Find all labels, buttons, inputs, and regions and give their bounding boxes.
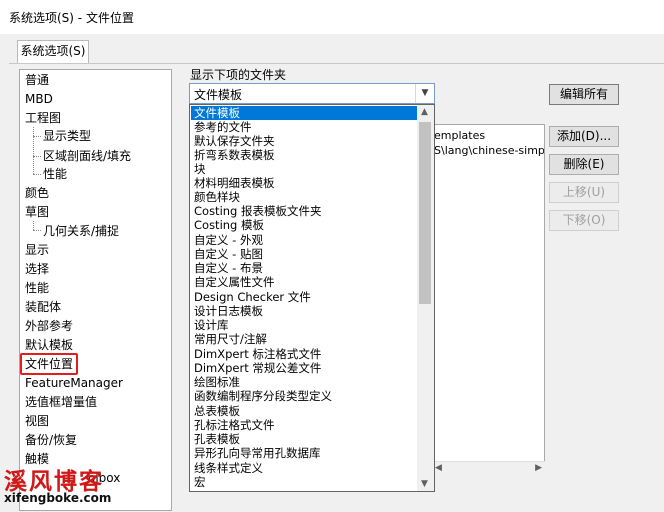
title-bar: 系统选项(S) - 文件位置 <box>0 0 664 34</box>
watermark: 溪风博客 xifengboke.com <box>0 462 135 511</box>
nav-item-display[interactable]: 显示 <box>25 241 49 259</box>
nav-item-assemblies[interactable]: 装配体 <box>25 298 61 316</box>
tree-connector <box>33 221 34 230</box>
selection-highlight-box <box>20 353 78 375</box>
move-up-button[interactable]: 上移(U) <box>549 182 619 203</box>
chevron-down-icon[interactable]: ▼ <box>415 84 434 103</box>
nav-item-external-references[interactable]: 外部参考 <box>25 317 73 335</box>
path-line[interactable]: S\lang\chinese-simplifi <box>434 144 544 157</box>
scroll-up-icon[interactable]: ▲ <box>421 107 428 117</box>
folder-type-combo[interactable]: 文件模板 ▼ <box>189 83 435 104</box>
nav-item-colors[interactable]: 颜色 <box>25 184 49 202</box>
dropdown-option[interactable]: DimXpert 常规公差文件 <box>191 361 417 375</box>
nav-item-general[interactable]: 普通 <box>25 71 49 89</box>
dropdown-option[interactable]: 自定义 - 贴图 <box>191 247 417 261</box>
dropdown-option[interactable]: 默认保存文件夹 <box>191 134 417 148</box>
nav-item-default-templates[interactable]: 默认模板 <box>25 336 73 354</box>
dropdown-option[interactable]: Design Checker 文件 <box>191 290 417 304</box>
window-title: 系统选项(S) - 文件位置 <box>9 11 134 25</box>
nav-item-backup-recover[interactable]: 备份/恢复 <box>25 431 77 449</box>
dropdown-option[interactable]: Costing 报表模板文件夹 <box>191 204 417 218</box>
dropdown-option[interactable]: 自定义 - 布景 <box>191 261 417 275</box>
nav-item-drawings[interactable]: 工程图 <box>25 109 61 127</box>
nav-item-spin-box-increments[interactable]: 选值框增量值 <box>25 393 97 411</box>
tree-connector <box>33 156 41 157</box>
watermark-url: xifengboke.com <box>4 491 112 505</box>
tree-connector <box>33 174 41 175</box>
nav-item-display-style[interactable]: 显示类型 <box>43 127 91 145</box>
dropdown-option[interactable]: Costing 模板 <box>191 218 417 232</box>
nav-item-selection[interactable]: 选择 <box>25 260 49 278</box>
dropdown-option[interactable]: 线条样式定义 <box>191 461 417 475</box>
dropdown-option[interactable]: 孔表模板 <box>191 432 417 446</box>
dropdown-option[interactable]: 参考的文件 <box>191 120 417 134</box>
tree-connector <box>33 230 41 231</box>
dropdown-option[interactable]: 自定义 - 外观 <box>191 233 417 247</box>
dropdown-option[interactable]: 总表模板 <box>191 404 417 418</box>
scroll-left-icon[interactable]: ◀ <box>435 463 442 473</box>
path-line[interactable]: emplates <box>434 129 485 142</box>
delete-button[interactable]: 删除(E) <box>549 154 619 175</box>
tree-connector <box>33 136 41 137</box>
dropdown-option[interactable]: 自定义属性文件 <box>191 275 417 289</box>
nav-item-featuremanager[interactable]: FeatureManager <box>25 374 123 392</box>
scroll-down-icon[interactable]: ▼ <box>421 479 428 489</box>
nav-item-mbd[interactable]: MBD <box>25 90 53 108</box>
scroll-right-icon[interactable]: ▶ <box>535 463 542 473</box>
edit-all-button[interactable]: 编辑所有 <box>549 84 619 105</box>
dropdown-option[interactable]: 设计日志模板 <box>191 304 417 318</box>
nav-item-relations-snaps[interactable]: 几何关系/捕捉 <box>43 222 119 240</box>
dropdown-option[interactable]: 宏 <box>191 475 417 489</box>
options-tree[interactable]: 普通 MBD 工程图 显示类型 区域剖面线/填充 性能 颜色 草图 几何关系/捕… <box>19 69 172 511</box>
tab-strip: 系统选项(S) <box>0 34 664 64</box>
dropdown-option[interactable]: 设计库 <box>191 318 417 332</box>
dropdown-option[interactable]: 折弯系数表模板 <box>191 148 417 162</box>
dropdown-option[interactable]: 块 <box>191 162 417 176</box>
dropdown-option[interactable]: 常用尺寸/注解 <box>191 332 417 346</box>
nav-item-performance[interactable]: 性能 <box>25 279 49 297</box>
nav-item-area-hatch[interactable]: 区域剖面线/填充 <box>43 147 131 165</box>
move-down-button[interactable]: 下移(O) <box>549 210 619 231</box>
dropdown-option[interactable]: 函数编制程序分段类型定义 <box>191 389 417 403</box>
dropdown-option[interactable]: 文件模板 <box>191 106 417 120</box>
nav-item-sketch[interactable]: 草图 <box>25 203 49 221</box>
show-folders-label: 显示下项的文件夹 <box>190 68 287 82</box>
nav-item-drawing-performance[interactable]: 性能 <box>43 165 67 183</box>
dropdown-option[interactable]: 异形孔向导常用孔数据库 <box>191 446 417 460</box>
folder-type-value: 文件模板 <box>194 88 243 102</box>
path-list-horizontal-scrollbar[interactable]: ◀ ▶ <box>432 461 545 477</box>
tab-system-options[interactable]: 系统选项(S) <box>17 40 89 63</box>
nav-item-view[interactable]: 视图 <box>25 412 49 430</box>
scrollbar-thumb[interactable] <box>419 122 431 304</box>
tree-connector <box>33 127 34 174</box>
dropdown-option[interactable]: DimXpert 标注格式文件 <box>191 347 417 361</box>
dropdown-vertical-scrollbar[interactable]: ▲ ▼ <box>417 105 434 491</box>
dropdown-option[interactable]: 孔标注格式文件 <box>191 418 417 432</box>
dropdown-option[interactable]: 材料明细表模板 <box>191 176 417 190</box>
add-button[interactable]: 添加(D)... <box>549 126 619 147</box>
dropdown-option[interactable]: 绘图标准 <box>191 375 417 389</box>
dropdown-option[interactable]: 颜色样块 <box>191 190 417 204</box>
folder-type-dropdown[interactable]: 文件模板 参考的文件 默认保存文件夹 折弯系数表模板 块 材料明细表模板 颜色样… <box>189 104 435 492</box>
